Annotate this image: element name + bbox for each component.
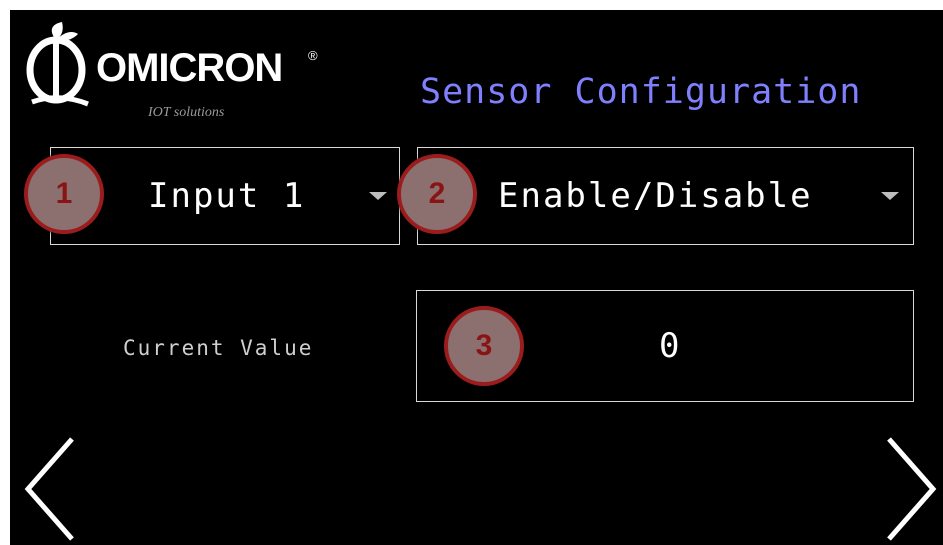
brand-tagline: IOT solutions: [148, 105, 225, 120]
mode-select-dropdown[interactable]: Enable/Disable: [417, 147, 914, 245]
screen-title: Sensor Configuration: [420, 72, 862, 112]
callout-badge-3: 3: [444, 306, 524, 386]
callout-badge-2: 2: [397, 154, 477, 234]
brand-logo: OMICRON ® IOT solutions: [18, 20, 328, 120]
callout-badge-1: 1: [24, 154, 104, 234]
device-screen: OMICRON ® IOT solutions Sensor Configura…: [10, 10, 943, 545]
brand-name: OMICRON: [96, 46, 283, 90]
callout-number: 2: [428, 177, 446, 210]
chevron-left-icon[interactable]: [20, 435, 80, 543]
callout-number: 1: [55, 177, 73, 210]
callout-number: 3: [475, 329, 493, 362]
current-value: 0: [659, 326, 680, 366]
caret-down-icon: [881, 192, 899, 200]
caret-down-icon: [369, 192, 387, 200]
input-select-value: Input 1: [148, 176, 306, 216]
omicron-logo-mark-icon: [26, 22, 89, 107]
registered-mark: ®: [308, 48, 318, 63]
current-value-label: Current Value: [123, 336, 314, 360]
chevron-right-icon[interactable]: [881, 435, 941, 543]
mode-select-value: Enable/Disable: [498, 176, 813, 216]
